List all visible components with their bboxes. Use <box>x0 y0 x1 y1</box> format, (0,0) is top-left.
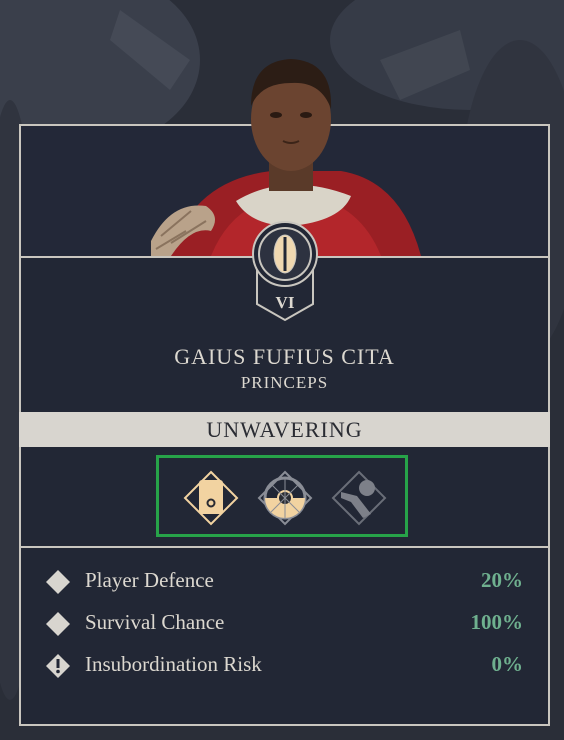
stat-row-insubordination-risk: Insubordination Risk 0% <box>21 650 548 680</box>
divider-line <box>21 546 548 548</box>
stat-value: 0% <box>491 652 524 676</box>
unit-title: PRINCEPS <box>240 373 329 392</box>
stat-label: Survival Chance <box>85 610 225 634</box>
stat-label: Insubordination Risk <box>85 652 262 676</box>
abilities-highlight <box>156 455 408 537</box>
rank-numeral: VI <box>276 293 295 312</box>
stat-row-survival-chance: Survival Chance 100% <box>21 608 548 638</box>
warning-diamond-icon <box>46 654 70 678</box>
stat-value: 100% <box>470 610 524 634</box>
round-shield-icon[interactable] <box>257 470 313 526</box>
trait-banner: UNWAVERING <box>19 412 550 447</box>
diamond-icon <box>46 570 70 594</box>
stat-row-player-defence: Player Defence 20% <box>21 566 548 596</box>
unit-card: VI GAIUS FUFIUS CITA PRINCEPS UNWAVERING <box>19 59 550 726</box>
stat-label: Player Defence <box>85 568 214 592</box>
unit-name: GAIUS FUFIUS CITA <box>174 344 395 369</box>
stat-value: 20% <box>481 568 523 592</box>
shield-diamond-icon[interactable] <box>183 470 239 526</box>
weapon-arm-icon[interactable] <box>331 470 387 526</box>
diamond-icon <box>46 612 70 636</box>
rank-emblem: VI <box>252 221 318 322</box>
